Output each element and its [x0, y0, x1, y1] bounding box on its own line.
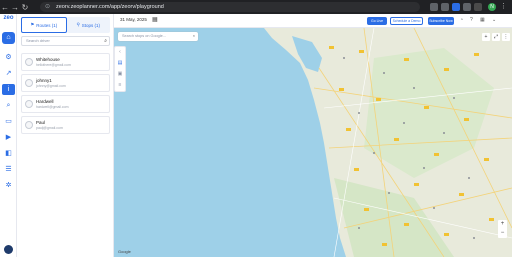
zoom-in-icon[interactable]: +: [498, 220, 507, 229]
help-icon[interactable]: ?: [470, 17, 473, 23]
driver-avatar: [25, 100, 33, 108]
grid-icon[interactable]: ▦: [480, 17, 485, 23]
user-avatar[interactable]: [4, 245, 13, 254]
address-bar-url: zeorv.zeoplanner.com/app/zeorv/playgroun…: [56, 4, 164, 10]
map-view-icon[interactable]: ▣: [115, 69, 125, 80]
bell-icon[interactable]: ◔: [460, 17, 463, 23]
extension-icon[interactable]: [441, 3, 449, 11]
extension-icon[interactable]: [463, 3, 471, 11]
driver-card[interactable]: Paul paulj@gmail.com: [21, 116, 110, 134]
browser-chrome: ← → ↻ ⊙ zeorv.zeoplanner.com/app/zeorv/p…: [0, 0, 512, 14]
map-canvas: [114, 28, 512, 257]
map-view[interactable]: Search stops on Google... × + ⤢ ⋮ + − Go…: [114, 28, 512, 257]
driver-avatar: [25, 58, 33, 66]
home-icon[interactable]: ⌂: [2, 32, 15, 44]
profile-avatar[interactable]: N: [488, 3, 496, 11]
driver-email: hellothere@gmail.com: [36, 63, 71, 67]
chevron-down-icon[interactable]: ⌄: [492, 17, 496, 23]
icon-rail: zeo ⌂ ⚙ ↗ i ⌕ ▭ ▶ ◧ ☰ ✲: [0, 14, 17, 257]
collapse-icon[interactable]: ‹: [115, 47, 125, 58]
driver-avatar: [25, 79, 33, 87]
driver-search-input[interactable]: Search driver ⌕: [21, 36, 110, 46]
site-info-icon[interactable]: ⊙: [45, 2, 50, 12]
map-tools: ‹ ▤ ▣ ≡: [114, 46, 126, 92]
date-label: 31 May, 2025: [120, 17, 147, 22]
forward-icon[interactable]: →: [10, 3, 20, 12]
driver-name: Paul: [36, 120, 46, 125]
calendar-icon[interactable]: ▦: [152, 16, 158, 23]
driver-search-placeholder: Search driver: [26, 38, 50, 43]
zoom-out-icon[interactable]: −: [498, 229, 507, 238]
top-bar: 31 May, 2025 ▦ Go Live Schedule a Demo S…: [114, 14, 512, 28]
message-icon[interactable]: ▭: [2, 116, 15, 127]
fullscreen-icon[interactable]: ⤢: [492, 33, 500, 41]
filter-icon[interactable]: ≡: [115, 80, 125, 91]
panel-tabs: ⚑ Routes (1) ⚲ Stops (1): [21, 17, 110, 33]
driver-name: johnny1: [36, 78, 52, 83]
driver-email: johnny@gmail.com: [36, 84, 66, 88]
driver-name: Whitehouse: [36, 57, 60, 62]
info-icon[interactable]: i: [2, 84, 15, 95]
zoom-control[interactable]: + −: [498, 220, 507, 238]
tab-routes-label: Routes (1): [36, 22, 58, 28]
chat-icon[interactable]: ◧: [2, 148, 15, 159]
go-live-button[interactable]: Go Live: [367, 17, 387, 25]
users-icon[interactable]: ☰: [2, 164, 15, 175]
schedule-demo-button[interactable]: Schedule a Demo: [390, 17, 423, 25]
list-view-icon[interactable]: ▤: [115, 58, 125, 69]
map-attribution: Google: [118, 249, 131, 254]
zeo-logo: zeo: [3, 15, 14, 21]
browser-menu-icon[interactable]: ⋮: [500, 2, 507, 10]
driver-name: Hardwell: [36, 99, 54, 104]
tab-routes[interactable]: ⚑ Routes (1): [21, 17, 67, 33]
settings-icon[interactable]: ⚙: [2, 52, 15, 63]
driver-card[interactable]: johnny1 johnny@gmail.com: [21, 74, 110, 92]
search-icon[interactable]: ⌕: [104, 37, 107, 45]
tab-stops-label: Stops (1): [81, 22, 101, 28]
routes-panel: ⚑ Routes (1) ⚲ Stops (1) Search driver ⌕…: [17, 14, 114, 257]
close-icon[interactable]: ×: [193, 32, 195, 41]
extension-icon[interactable]: [452, 3, 460, 11]
driver-avatar: [25, 121, 33, 129]
extension-icon[interactable]: [474, 3, 482, 11]
routes-icon: ⚑: [30, 22, 35, 27]
gear-icon[interactable]: ✲: [2, 180, 15, 191]
map-search-placeholder: Search stops on Google...: [122, 34, 166, 38]
extension-icon[interactable]: [430, 3, 438, 11]
map-search-input[interactable]: Search stops on Google... ×: [118, 32, 198, 41]
tab-stops[interactable]: ⚲ Stops (1): [66, 17, 110, 33]
driver-email: hardwell@gmail.com: [36, 105, 69, 109]
pin-icon: ⚲: [76, 22, 80, 27]
analytics-icon[interactable]: ↗: [2, 68, 15, 79]
driver-email: paulj@gmail.com: [36, 126, 63, 130]
back-icon[interactable]: ←: [0, 3, 10, 12]
truck-icon[interactable]: ▶: [2, 132, 15, 143]
layers-icon[interactable]: +: [482, 33, 490, 41]
search-icon[interactable]: ⌕: [2, 100, 15, 111]
address-bar[interactable]: ⊙ zeorv.zeoplanner.com/app/zeorv/playgro…: [40, 2, 420, 12]
driver-card[interactable]: Whitehouse hellothere@gmail.com: [21, 53, 110, 71]
map-settings-icon[interactable]: ⋮: [502, 33, 510, 41]
driver-card[interactable]: Hardwell hardwell@gmail.com: [21, 95, 110, 113]
reload-icon[interactable]: ↻: [20, 3, 30, 12]
subscribe-button[interactable]: Subscribe Now: [428, 17, 454, 25]
